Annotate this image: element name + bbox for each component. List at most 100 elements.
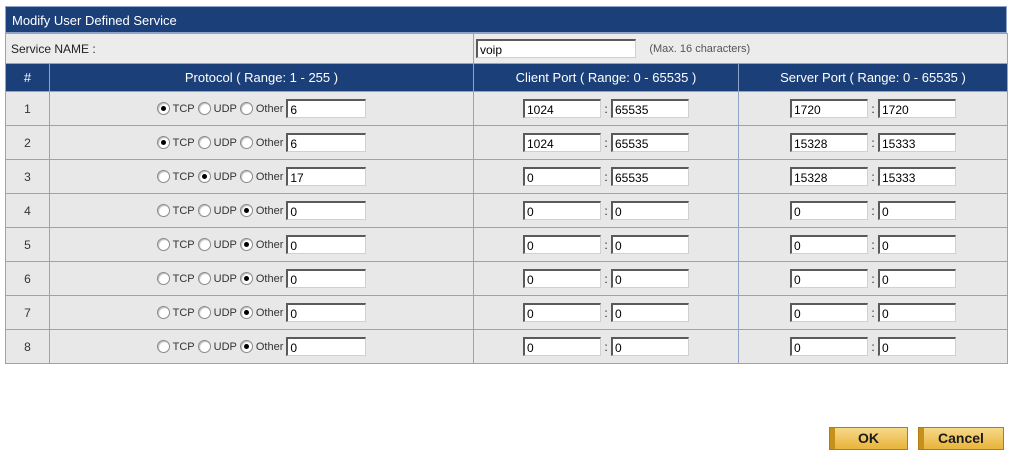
radio-udp[interactable]	[197, 272, 211, 285]
radio-other[interactable]	[239, 136, 253, 149]
server-port-from-input[interactable]: 0	[790, 303, 868, 322]
radio-udp[interactable]	[197, 238, 211, 251]
other-protocol-input[interactable]: 0	[286, 303, 367, 322]
radio-tcp[interactable]	[156, 102, 170, 115]
other-protocol-input[interactable]: 0	[286, 337, 367, 356]
label-tcp: TCP	[172, 136, 195, 149]
other-protocol-input[interactable]: 0	[286, 235, 367, 254]
client-port-to-input[interactable]: 0	[611, 235, 689, 254]
radio-tcp[interactable]	[156, 306, 170, 319]
other-protocol-input[interactable]: 0	[286, 269, 367, 288]
radio-udp[interactable]	[197, 340, 211, 353]
radio-other[interactable]	[239, 340, 253, 353]
service-name-input[interactable]: voip	[476, 39, 636, 58]
client-port-from-input[interactable]: 0	[523, 269, 601, 288]
client-port-from-input[interactable]: 1024	[523, 99, 601, 118]
other-protocol-input[interactable]: 6	[286, 99, 367, 118]
radio-udp[interactable]	[197, 102, 211, 115]
radio-tcp[interactable]	[156, 340, 170, 353]
radio-other[interactable]	[239, 272, 253, 285]
table-header: # Protocol ( Range: 1 - 255 ) Client Por…	[5, 63, 1008, 92]
server-port-to-input[interactable]: 0	[878, 337, 956, 356]
client-port-from-input[interactable]: 0	[523, 235, 601, 254]
row-number: 1	[5, 91, 50, 126]
cancel-button[interactable]: Cancel	[918, 427, 1004, 450]
radio-udp[interactable]	[197, 170, 211, 183]
server-port-from-input[interactable]: 0	[790, 235, 868, 254]
row-number: 2	[5, 125, 50, 160]
server-port-from-input[interactable]: 0	[790, 201, 868, 220]
service-name-label: Service NAME :	[5, 33, 474, 64]
server-port-from-input[interactable]: 15328	[790, 167, 868, 186]
radio-udp[interactable]	[197, 136, 211, 149]
server-port-to-input[interactable]: 0	[878, 303, 956, 322]
server-port-cell: 15328:15333	[738, 125, 1008, 160]
radio-tcp[interactable]	[156, 170, 170, 183]
server-port-cell: 15328:15333	[738, 159, 1008, 194]
server-port-to-input[interactable]: 0	[878, 235, 956, 254]
row-number: 8	[5, 329, 50, 364]
label-udp: UDP	[213, 272, 237, 285]
port-separator: :	[604, 203, 608, 218]
port-separator: :	[871, 101, 875, 116]
client-port-to-input[interactable]: 65535	[611, 133, 689, 152]
port-separator: :	[871, 169, 875, 184]
port-separator: :	[604, 169, 608, 184]
other-protocol-input[interactable]: 6	[286, 133, 367, 152]
radio-udp[interactable]	[197, 306, 211, 319]
radio-other[interactable]	[239, 238, 253, 251]
label-other: Other	[255, 238, 284, 251]
client-port-to-input[interactable]: 0	[611, 303, 689, 322]
label-udp: UDP	[213, 102, 237, 115]
radio-other[interactable]	[239, 204, 253, 217]
radio-other[interactable]	[239, 102, 253, 115]
client-port-to-input[interactable]: 65535	[611, 167, 689, 186]
port-separator: :	[604, 305, 608, 320]
client-port-from-input[interactable]: 0	[523, 337, 601, 356]
client-port-from-input[interactable]: 0	[523, 167, 601, 186]
port-separator: :	[604, 237, 608, 252]
client-port-to-input[interactable]: 0	[611, 269, 689, 288]
server-port-from-input[interactable]: 15328	[790, 133, 868, 152]
server-port-to-input[interactable]: 0	[878, 201, 956, 220]
table-row: 1 TCP UDP Other 6 1024:65535 1720:1720	[5, 91, 1008, 126]
server-port-to-input[interactable]: 1720	[878, 99, 956, 118]
radio-other[interactable]	[239, 306, 253, 319]
label-udp: UDP	[213, 306, 237, 319]
other-protocol-input[interactable]: 0	[286, 201, 367, 220]
client-port-from-input[interactable]: 0	[523, 201, 601, 220]
port-separator: :	[604, 135, 608, 150]
radio-tcp[interactable]	[156, 238, 170, 251]
ok-button-label: OK	[858, 430, 879, 446]
port-separator: :	[871, 271, 875, 286]
port-separator: :	[871, 305, 875, 320]
server-port-to-input[interactable]: 15333	[878, 167, 956, 186]
server-port-from-input[interactable]: 0	[790, 269, 868, 288]
header-protocol: Protocol ( Range: 1 - 255 )	[49, 63, 474, 92]
client-port-to-input[interactable]: 65535	[611, 99, 689, 118]
radio-other[interactable]	[239, 170, 253, 183]
label-udp: UDP	[213, 238, 237, 251]
server-port-to-input[interactable]: 15333	[878, 133, 956, 152]
client-port-to-input[interactable]: 0	[611, 201, 689, 220]
server-port-to-input[interactable]: 0	[878, 269, 956, 288]
service-name-hint: (Max. 16 characters)	[649, 42, 751, 55]
client-port-cell: 0:0	[473, 295, 739, 330]
radio-tcp[interactable]	[156, 204, 170, 217]
ok-button[interactable]: OK	[829, 427, 908, 450]
port-separator: :	[604, 339, 608, 354]
client-port-from-input[interactable]: 1024	[523, 133, 601, 152]
server-port-from-input[interactable]: 0	[790, 337, 868, 356]
radio-tcp[interactable]	[156, 272, 170, 285]
server-port-from-input[interactable]: 1720	[790, 99, 868, 118]
label-tcp: TCP	[172, 170, 195, 183]
client-port-to-input[interactable]: 0	[611, 337, 689, 356]
cancel-button-tab	[919, 428, 924, 449]
radio-tcp[interactable]	[156, 136, 170, 149]
label-udp: UDP	[213, 136, 237, 149]
other-protocol-input[interactable]: 17	[286, 167, 367, 186]
client-port-from-input[interactable]: 0	[523, 303, 601, 322]
label-tcp: TCP	[172, 340, 195, 353]
label-other: Other	[255, 102, 284, 115]
radio-udp[interactable]	[197, 204, 211, 217]
